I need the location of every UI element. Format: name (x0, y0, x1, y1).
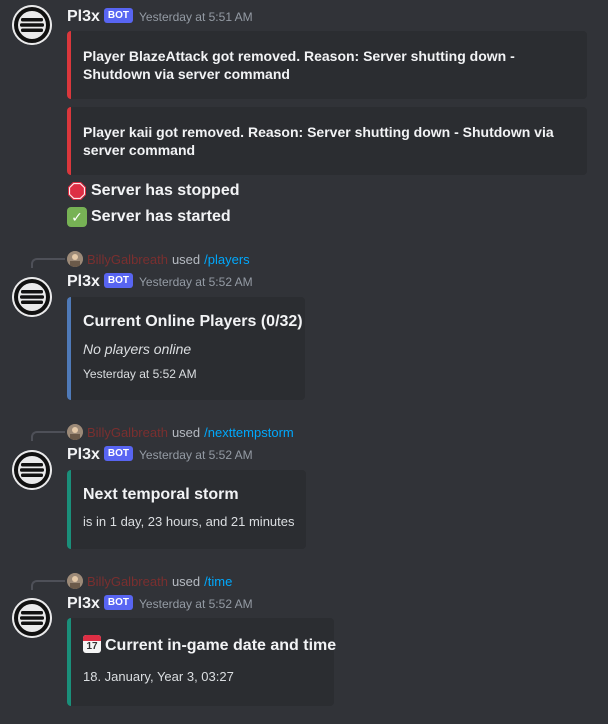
removal-embed-text: Player BlazeAttack got removed. Reason: … (83, 48, 515, 82)
time-embed: 17 Current in-game date and time 18. Janu… (67, 618, 336, 706)
embed-title: Next temporal storm (83, 486, 239, 503)
reply-username[interactable]: BillyGalbreath (87, 425, 168, 440)
bot-tag: BOT (103, 446, 134, 461)
bot-tag: BOT (103, 273, 134, 288)
removal-embed: Player BlazeAttack got removed. Reason: … (67, 31, 587, 99)
reply-username[interactable]: BillyGalbreath (87, 574, 168, 589)
server-stopped-text: Server has stopped (91, 182, 240, 199)
pl3x-logo-icon (12, 598, 52, 638)
bot-tag: BOT (103, 8, 134, 23)
reply-spine (31, 258, 65, 268)
bot-avatar[interactable] (12, 598, 52, 638)
server-started-line: ✓ Server has started (67, 207, 231, 227)
message-header: Pl3x BOT Yesterday at 5:51 AM (67, 8, 253, 26)
reply-used-text: used (171, 251, 201, 267)
bot-tag: BOT (103, 595, 134, 610)
embed-description: is in 1 day, 23 hours, and 21 minutes (83, 514, 295, 529)
bot-avatar[interactable] (12, 450, 52, 490)
reply-username[interactable]: BillyGalbreath (87, 252, 168, 267)
server-started-text: Server has started (91, 208, 231, 225)
message-header: Pl3x BOT Yesterday at 5:52 AM (67, 446, 253, 464)
removal-embed-text: Player kaii got removed. Reason: Server … (83, 124, 554, 158)
embed-description: No players online (83, 341, 192, 357)
bot-username[interactable]: Pl3x (67, 273, 100, 290)
reply-spine (31, 580, 65, 590)
pl3x-logo-icon (12, 277, 52, 317)
bot-username[interactable]: Pl3x (67, 446, 100, 463)
removal-embed: Player kaii got removed. Reason: Server … (67, 107, 587, 175)
message-header: Pl3x BOT Yesterday at 5:52 AM (67, 595, 253, 613)
message-timestamp[interactable]: Yesterday at 5:51 AM (139, 10, 253, 24)
message-timestamp[interactable]: Yesterday at 5:52 AM (139, 448, 253, 462)
embed-description: 18. January, Year 3, 03:27 (83, 669, 234, 684)
stop-sign-icon (68, 182, 86, 200)
reply-command[interactable]: /time (204, 574, 232, 589)
pl3x-logo-icon (12, 450, 52, 490)
reply-spine (31, 431, 65, 441)
reply-used-text: used (171, 424, 201, 440)
user-avatar[interactable] (67, 573, 83, 589)
reply-preview[interactable]: BillyGalbreath used /players (67, 251, 250, 267)
server-stopped-line: Server has stopped (67, 181, 240, 201)
check-mark-icon: ✓ (67, 207, 87, 227)
pl3x-logo-icon (12, 5, 52, 45)
embed-title: 17 Current in-game date and time (83, 635, 336, 655)
reply-command[interactable]: /nexttempstorm (204, 425, 294, 440)
reply-preview[interactable]: BillyGalbreath used /time (67, 573, 232, 589)
bot-avatar[interactable] (12, 277, 52, 317)
embed-footer: Yesterday at 5:52 AM (83, 367, 197, 381)
user-avatar[interactable] (67, 424, 83, 440)
embed-title-text: Current in-game date and time (105, 637, 337, 654)
message-timestamp[interactable]: Yesterday at 5:52 AM (139, 597, 253, 611)
embed-title: Current Online Players (0/32) (83, 313, 303, 330)
calendar-icon: 17 (83, 635, 101, 653)
players-embed: Current Online Players (0/32) No players… (67, 297, 305, 400)
message-timestamp[interactable]: Yesterday at 5:52 AM (139, 275, 253, 289)
bot-avatar[interactable] (12, 5, 52, 45)
reply-preview[interactable]: BillyGalbreath used /nexttempstorm (67, 424, 294, 440)
tempstorm-embed: Next temporal storm is in 1 day, 23 hour… (67, 470, 306, 549)
bot-username[interactable]: Pl3x (67, 595, 100, 612)
message-header: Pl3x BOT Yesterday at 5:52 AM (67, 273, 253, 291)
bot-username[interactable]: Pl3x (67, 8, 100, 25)
reply-command[interactable]: /players (204, 252, 250, 267)
reply-used-text: used (171, 573, 201, 589)
user-avatar[interactable] (67, 251, 83, 267)
